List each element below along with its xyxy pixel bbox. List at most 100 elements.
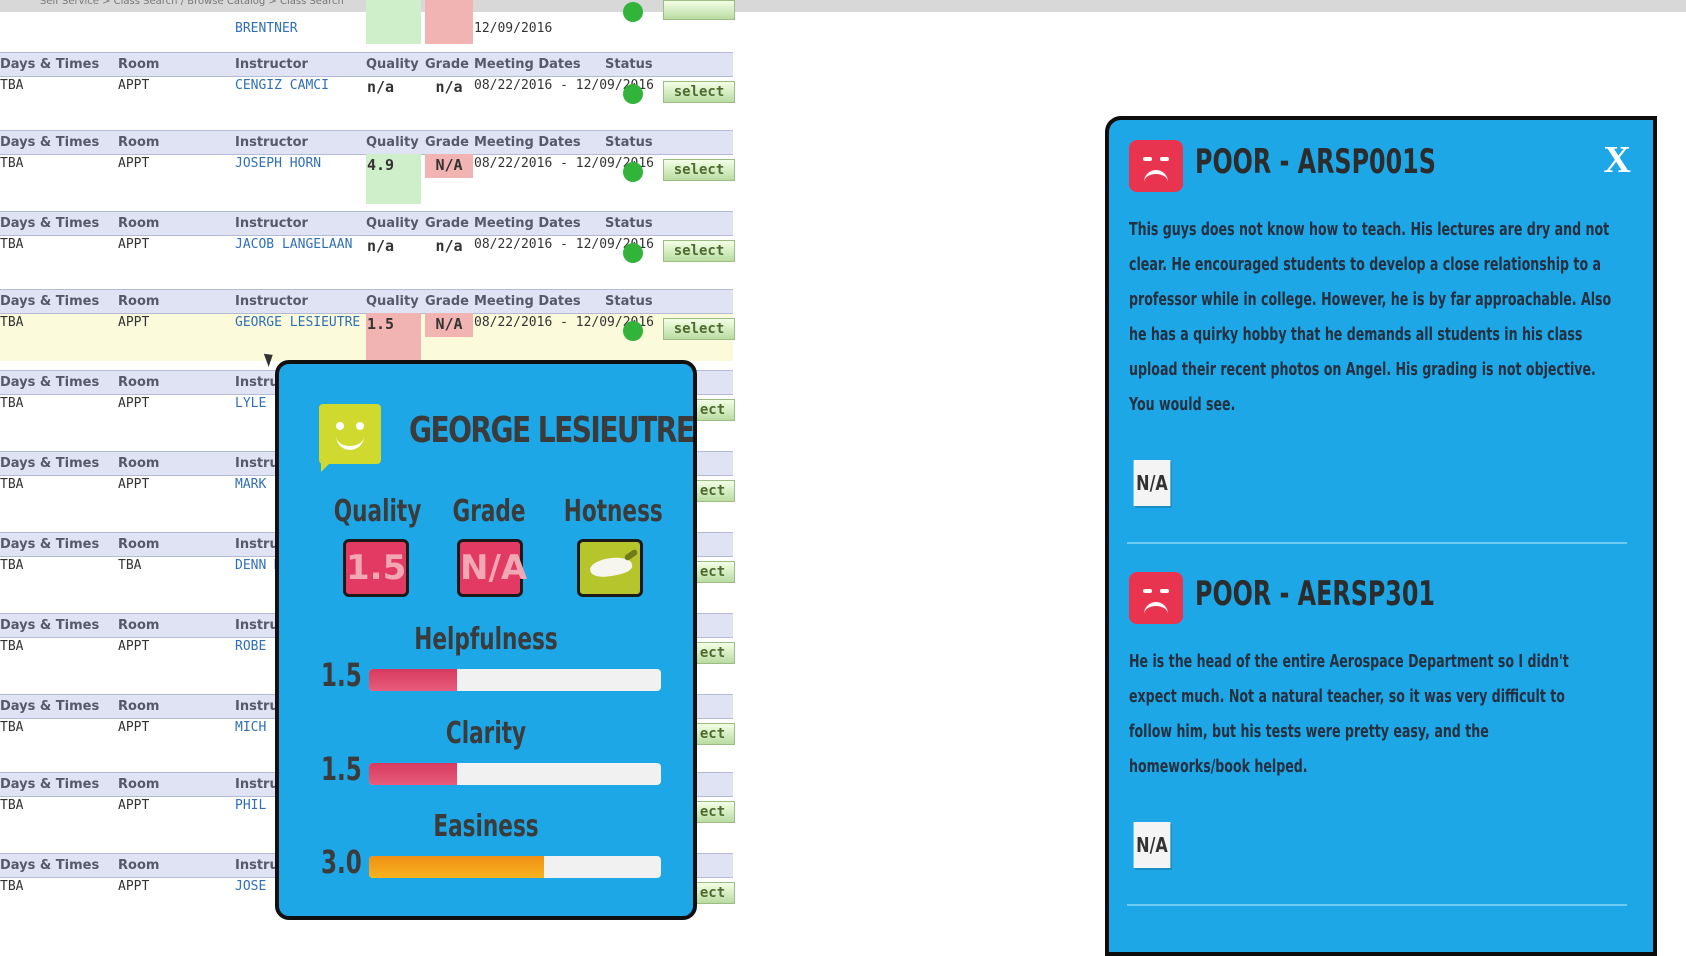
grade-cell: N/A (425, 154, 473, 178)
speech-tail-icon (321, 460, 333, 472)
helpfulness-bar-fill (369, 669, 457, 691)
days-times: TBA (0, 78, 24, 93)
column-header-dates: Meeting Dates (474, 294, 581, 309)
review-tag: N/A (1133, 460, 1171, 506)
review-body: He is the head of the entire Aerospace D… (1129, 651, 1569, 777)
table-row: BRENTNER 12/09/2016 (0, 0, 740, 50)
column-header-status: Status (605, 294, 653, 309)
column-header-days: Days & Times (0, 456, 100, 471)
column-header-instructor: Instructor (235, 135, 308, 150)
table-header: Days & Times Room Instructor Quality Grade Me… (0, 289, 733, 314)
close-button[interactable]: X (1604, 138, 1631, 182)
clarity-value: 1.5 (321, 750, 362, 788)
column-header-grade: Grade (425, 57, 469, 72)
helpfulness-bar (369, 669, 661, 691)
instructor-link[interactable]: GEORGE LESIEUTRE (235, 313, 365, 332)
column-header-days: Days & Times (0, 294, 100, 309)
instructor-link[interactable]: JOSEPH HORN (235, 154, 365, 173)
room: APPT (118, 237, 150, 252)
room: APPT (118, 156, 150, 171)
column-header-quality: Quality (366, 135, 419, 150)
select-button[interactable]: select (663, 81, 735, 103)
quality-cell: 1.5 (366, 313, 421, 363)
clarity-label: Clarity (445, 716, 527, 751)
column-header-dates: Meeting Dates (474, 135, 581, 150)
reviews-panel: X POOR - ARSP001S This guys does not kno… (1105, 116, 1657, 956)
quality-label: Quality (333, 494, 422, 529)
instructor-link[interactable]: JACOB LANGELAAN (235, 235, 365, 254)
status-open-icon (623, 84, 643, 104)
sad-face-icon (1129, 572, 1183, 624)
quality-cell: 4.9 (366, 154, 421, 204)
column-header-room: Room (118, 57, 160, 72)
days-times: TBA (0, 315, 24, 330)
table-row: Days & Times Room Instructor Quality Grade Me… (0, 130, 740, 210)
column-header-status: Status (605, 135, 653, 150)
helpfulness-value: 1.5 (321, 656, 362, 694)
instructor-link[interactable]: CENGIZ CAMCI (235, 76, 365, 95)
room: APPT (118, 720, 150, 735)
column-header-quality: Quality (366, 294, 419, 309)
column-header-grade: Grade (425, 135, 469, 150)
column-header-room: Room (118, 699, 160, 714)
days-times: TBA (0, 879, 24, 894)
table-header: Days & Times Room Instructor Quality Grade Me… (0, 130, 733, 155)
table-row: Days & Times Room Instructor Quality Grade Me… (0, 289, 740, 369)
review-title: POOR - AERSP301 (1195, 574, 1435, 614)
column-header-instructor: Instructor (235, 216, 308, 231)
column-header-instructor: Instructor (235, 294, 308, 309)
column-header-days: Days & Times (0, 699, 100, 714)
column-header-grade: Grade (425, 294, 469, 309)
room: APPT (118, 78, 150, 93)
easiness-bar (369, 856, 661, 878)
professor-rating-card: GEORGE LESIEUTRE Quality Grade Hotness 1… (275, 360, 697, 920)
days-times: TBA (0, 798, 24, 813)
column-header-room: Room (118, 618, 160, 633)
grade-label: Grade (452, 494, 526, 529)
hotness-pepper-icon (577, 539, 643, 597)
review-title: POOR - ARSP001S (1195, 142, 1436, 182)
column-header-room: Room (118, 858, 160, 873)
room: TBA (118, 558, 142, 573)
table-row: Days & Times Room Instructor Quality Grade Me… (0, 211, 740, 291)
days-times: TBA (0, 396, 24, 411)
column-header-days: Days & Times (0, 537, 100, 552)
hotness-label: Hotness (563, 494, 663, 529)
select-button[interactable]: select (663, 159, 735, 181)
easiness-value: 3.0 (321, 843, 362, 881)
status-open-icon (623, 321, 643, 341)
instructor-link[interactable]: BRENTNER (235, 19, 365, 38)
select-button[interactable]: select (663, 318, 735, 340)
column-header-room: Room (118, 216, 160, 231)
column-header-quality: Quality (366, 216, 419, 231)
table-header: Days & Times Room Instructor Quality Grade Me… (0, 211, 733, 236)
review-tag: N/A (1133, 822, 1171, 868)
room: APPT (118, 879, 150, 894)
grade-cell: n/a (435, 78, 463, 96)
grade-cell (425, 0, 473, 44)
select-button[interactable]: select (663, 240, 735, 262)
column-header-days: Days & Times (0, 858, 100, 873)
days-times: TBA (0, 477, 24, 492)
column-header-room: Room (118, 537, 160, 552)
review-body: This guys does not know how to teach. Hi… (1129, 219, 1612, 415)
column-header-status: Status (605, 216, 653, 231)
days-times: TBA (0, 639, 24, 654)
days-times: TBA (0, 558, 24, 573)
quality-cell: n/a (367, 78, 395, 96)
room: APPT (118, 639, 150, 654)
review-divider (1127, 542, 1627, 544)
room: APPT (118, 396, 150, 411)
professor-name: GEORGE LESIEUTRE (409, 410, 694, 451)
column-header-dates: Meeting Dates (474, 57, 581, 72)
meeting-dates: 12/09/2016 (474, 21, 553, 36)
select-button[interactable] (663, 0, 735, 20)
column-header-days: Days & Times (0, 375, 100, 390)
quality-cell (366, 0, 421, 44)
happy-face-icon (319, 404, 381, 464)
helpfulness-label: Helpfulness (414, 622, 558, 657)
sad-face-icon (1129, 140, 1183, 192)
days-times: TBA (0, 237, 24, 252)
column-header-days: Days & Times (0, 777, 100, 792)
column-header-status: Status (605, 57, 653, 72)
